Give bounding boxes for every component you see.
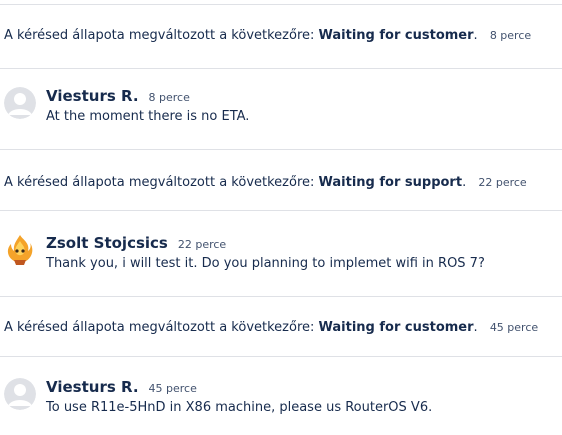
divider [0,210,562,211]
comment-header: Zsolt Stojcsics 22 perce [46,234,226,254]
divider [0,68,562,69]
avatar[interactable] [4,87,36,119]
divider [0,4,562,5]
comment-body: At the moment there is no ETA. [46,109,250,124]
divider [0,149,562,150]
status-period: . [473,320,478,335]
status-change-event: A kérésed állapota megváltozott a követk… [4,320,538,336]
divider [0,296,562,297]
flame-character-icon [7,235,33,265]
status-change-text: A kérésed állapota megváltozott a követk… [4,320,319,335]
divider [0,356,562,357]
status-change-text: A kérésed állapota megváltozott a követk… [4,175,319,190]
comment-body: Thank you, i will test it. Do you planni… [46,256,485,271]
comment-header: Viesturs R. 8 perce [46,87,190,107]
avatar[interactable] [4,234,36,266]
timestamp[interactable]: 45 perce [149,382,197,395]
status-value: Waiting for support [318,175,463,190]
avatar[interactable] [4,378,36,410]
default-user-avatar-icon [4,87,36,119]
status-change-event: A kérésed állapota megváltozott a követk… [4,175,527,191]
status-value: Waiting for customer [318,28,474,43]
timestamp[interactable]: 8 perce [490,29,531,42]
status-period: . [462,175,467,190]
timestamp[interactable]: 22 perce [478,176,526,189]
author-name[interactable]: Zsolt Stojcsics [46,234,168,252]
comment-body: To use R11e-5HnD in X86 machine, please … [46,400,433,415]
author-name[interactable]: Viesturs R. [46,378,139,396]
status-change-text: A kérésed állapota megváltozott a követk… [4,28,319,43]
status-change-event: A kérésed állapota megváltozott a követk… [4,28,531,44]
timestamp[interactable]: 45 perce [490,321,538,334]
status-period: . [473,28,478,43]
timestamp[interactable]: 8 perce [149,91,190,104]
activity-feed: A kérésed állapota megváltozott a követk… [0,0,562,435]
author-name[interactable]: Viesturs R. [46,87,139,105]
status-value: Waiting for customer [318,320,474,335]
default-user-avatar-icon [4,378,36,410]
timestamp[interactable]: 22 perce [178,238,226,251]
comment-header: Viesturs R. 45 perce [46,378,197,398]
